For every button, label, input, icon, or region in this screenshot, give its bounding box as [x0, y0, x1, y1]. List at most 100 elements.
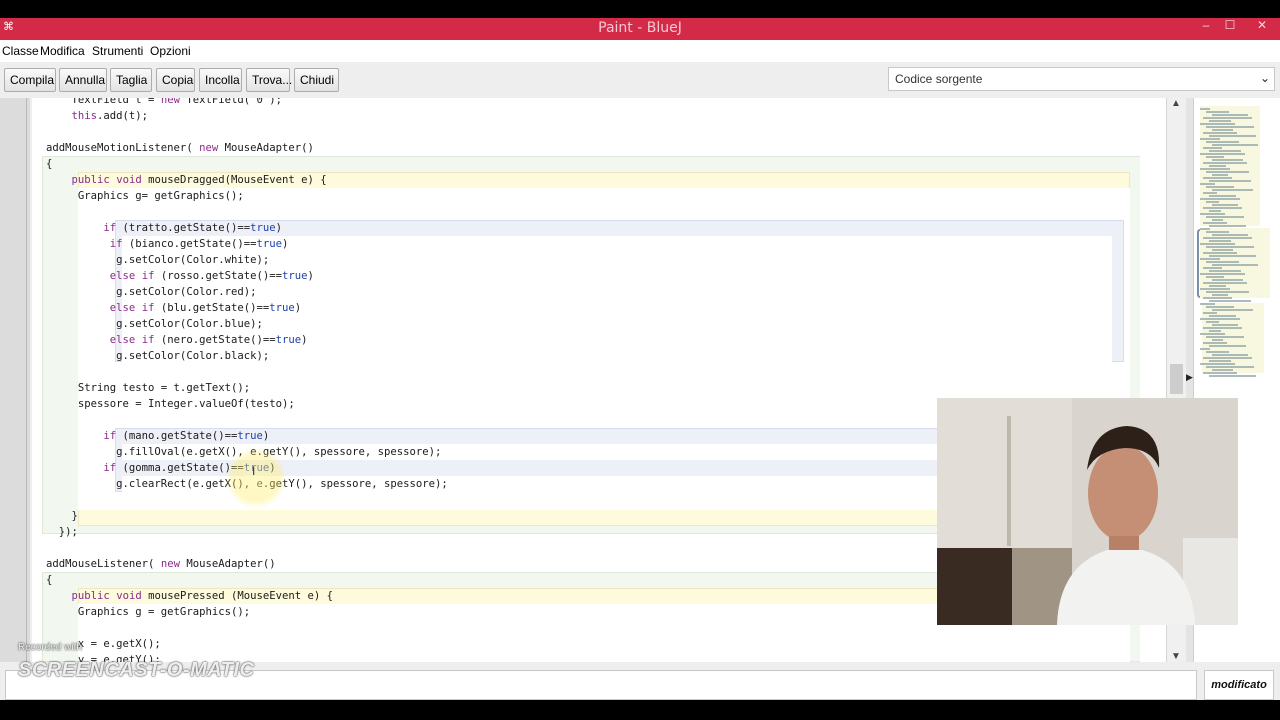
- code-line: String testo = t.getText();: [46, 382, 251, 394]
- overview-line: [1203, 222, 1227, 224]
- overview-line: [1200, 363, 1235, 365]
- code-line: addMouseMotionListener( new MouseAdapter…: [46, 142, 314, 154]
- overview-line: [1209, 285, 1226, 287]
- overview-line: [1206, 351, 1229, 353]
- overview-line: [1206, 321, 1219, 323]
- minimize-icon[interactable]: –: [1194, 18, 1218, 36]
- overview-line: [1203, 327, 1242, 329]
- maximize-icon[interactable]: ☐: [1218, 18, 1242, 36]
- menu-classe[interactable]: Classe: [2, 44, 39, 58]
- watermark-brand: SCREENCAST-O-MATIC: [18, 659, 255, 681]
- find-button[interactable]: Trova...: [246, 68, 292, 92]
- paste-button[interactable]: Incolla: [199, 68, 242, 92]
- code-line: g.setColor(Color.black);: [46, 350, 270, 362]
- overview-line: [1209, 270, 1241, 272]
- overview-line: [1212, 174, 1228, 176]
- overview-line: [1212, 189, 1253, 191]
- overview-line: [1203, 177, 1232, 179]
- arrow-down-icon[interactable]: ▼: [1171, 651, 1181, 662]
- overview-line: [1203, 192, 1217, 194]
- overview-line: [1206, 141, 1239, 143]
- overview-line: [1203, 297, 1232, 299]
- code-line: if (tratto.getState()==true): [103, 222, 283, 234]
- screen-bottom-bar: [0, 700, 1280, 720]
- code-line: });: [46, 526, 78, 538]
- code-line: addMouseListener( new MouseAdapter(): [46, 558, 276, 570]
- overview-line: [1212, 354, 1248, 356]
- overview-line: [1203, 372, 1237, 374]
- code-line: g.setColor(Color.red);: [46, 286, 257, 298]
- code-line: spessore = Integer.valueOf(testo);: [46, 398, 295, 410]
- overview-line: [1206, 171, 1249, 173]
- overview-line: [1212, 324, 1238, 326]
- watermark-small-text: Recorded with: [18, 642, 82, 653]
- copy-button[interactable]: Copia: [156, 68, 195, 92]
- menu-opzioni[interactable]: Opzioni: [150, 44, 191, 58]
- scrollbar-thumb[interactable]: [1170, 364, 1183, 394]
- overview-line: [1206, 216, 1244, 218]
- code-line: {: [46, 574, 53, 586]
- overview-line: [1212, 144, 1258, 146]
- overview-line: [1212, 369, 1233, 371]
- overview-line: [1203, 207, 1242, 209]
- overview-line: [1206, 276, 1224, 278]
- cut-button[interactable]: Taglia: [110, 68, 152, 92]
- code-line: }: [46, 510, 78, 522]
- code-line: this.add(t);: [71, 110, 149, 122]
- overview-line: [1200, 243, 1235, 245]
- overview-line: [1209, 135, 1256, 137]
- menu-strumenti[interactable]: Strumenti: [92, 44, 143, 58]
- overview-line: [1206, 126, 1254, 128]
- overview-line: [1203, 312, 1217, 314]
- overview-line: [1200, 123, 1235, 125]
- overview-line: [1212, 294, 1228, 296]
- cursor-highlight: [226, 448, 286, 508]
- overview-line: [1209, 330, 1221, 332]
- overview-line: [1200, 288, 1230, 290]
- overview-line: [1209, 360, 1231, 362]
- compile-button[interactable]: Compila: [4, 68, 56, 92]
- overview-line: [1200, 108, 1210, 110]
- code-line: if (bianco.getState()==true): [109, 238, 289, 250]
- arrow-right-icon[interactable]: ▶: [1186, 372, 1193, 383]
- chevron-down-icon: ⌄: [1259, 71, 1270, 85]
- code-line: public void mousePressed (MouseEvent e) …: [71, 590, 334, 602]
- gutter-divider: [26, 98, 27, 662]
- webcam-overlay: [937, 398, 1238, 625]
- overview-line: [1203, 252, 1237, 254]
- overview-line: [1200, 348, 1210, 350]
- overview-line: [1203, 342, 1227, 344]
- overview-line: [1212, 114, 1248, 116]
- code-line: {: [46, 158, 53, 170]
- overview-line: [1212, 309, 1253, 311]
- overview-line: [1209, 180, 1251, 182]
- code-line: else if (rosso.getState()==true): [109, 270, 314, 282]
- overview-line: [1200, 138, 1220, 140]
- view-select[interactable]: Codice sorgente ⌄: [888, 67, 1275, 91]
- overview-line: [1209, 375, 1256, 377]
- overview-line: [1206, 201, 1219, 203]
- menu-modifica[interactable]: Modifica: [40, 44, 85, 58]
- overview-line: [1200, 333, 1225, 335]
- overview-line: [1212, 204, 1238, 206]
- overview-line: [1209, 255, 1256, 257]
- overview-line: [1200, 168, 1230, 170]
- close-button[interactable]: Chiudi: [294, 68, 339, 92]
- undo-button[interactable]: Annulla: [59, 68, 107, 92]
- overview-line: [1203, 267, 1222, 269]
- overview-line: [1209, 150, 1241, 152]
- overview-line: [1206, 246, 1254, 248]
- overview-line: [1212, 249, 1233, 251]
- overview-line: [1200, 213, 1225, 215]
- close-icon[interactable]: ✕: [1250, 18, 1274, 36]
- overview-line: [1203, 132, 1237, 134]
- overview-line: [1209, 120, 1231, 122]
- overview-line: [1200, 318, 1240, 320]
- overview-line: [1212, 279, 1243, 281]
- overview-line: [1203, 282, 1247, 284]
- overview-line: [1206, 366, 1254, 368]
- overview-line: [1212, 129, 1233, 131]
- code-line: g.setColor(Color.blue);: [46, 318, 263, 330]
- arrow-up-icon[interactable]: ▲: [1171, 98, 1181, 109]
- overview-line: [1200, 153, 1245, 155]
